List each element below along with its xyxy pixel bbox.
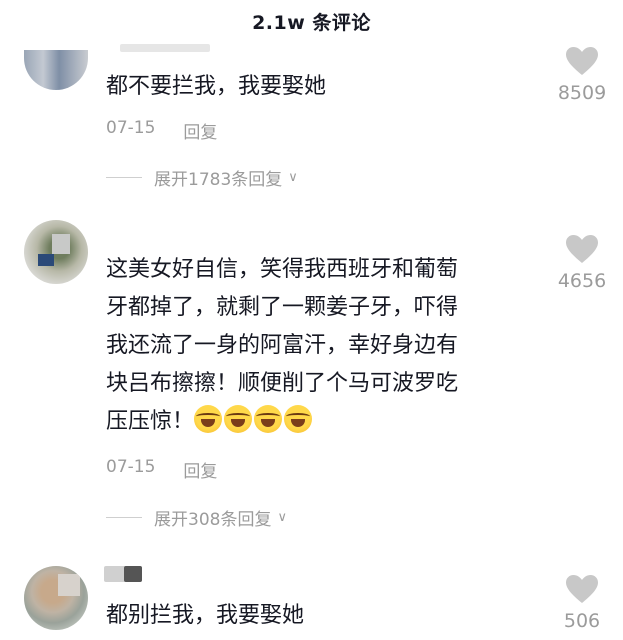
- avatar[interactable]: [24, 566, 88, 630]
- laugh-cry-emoji-icon: [224, 405, 253, 433]
- divider-line: [106, 177, 142, 178]
- expand-replies-label: 展开308条回复: [154, 510, 272, 530]
- like-button[interactable]: 8509: [556, 46, 608, 104]
- like-button[interactable]: 4656: [556, 234, 608, 292]
- comment-text: 都别拦我，我要娶她: [106, 603, 305, 628]
- divider-line: [106, 517, 142, 518]
- comments-header: 2.1w 条评论: [0, 0, 623, 42]
- comment-date: 07-15: [106, 118, 156, 138]
- comment-meta: 07-15 回复: [106, 457, 217, 482]
- laugh-cry-emoji-icon: [284, 405, 313, 433]
- comment-line-last: 压压惊！: [106, 403, 536, 441]
- avatar[interactable]: [24, 220, 88, 284]
- like-count: 506: [563, 610, 601, 632]
- laugh-cry-emoji-icon: [254, 405, 283, 433]
- chevron-down-icon: ∨: [277, 510, 287, 525]
- username-blurred: [120, 44, 210, 52]
- comment-text: 都不要拦我，我要娶她: [106, 74, 327, 99]
- expand-replies-label: 展开1783条回复: [154, 170, 283, 190]
- comment-date: 07-15: [106, 457, 156, 477]
- comment-line: 牙都掉了，就剩了一颗姜子牙，吓得: [106, 295, 459, 320]
- expand-replies-button[interactable]: 展开1783条回复 ∨: [106, 165, 298, 190]
- comment-line: 这美女好自信，笑得我西班牙和葡萄: [106, 257, 459, 282]
- comment-text: 这美女好自信，笑得我西班牙和葡萄 牙都掉了，就剩了一颗姜子牙，吓得 我还流了一身…: [106, 251, 536, 441]
- laugh-cry-emoji-row: [194, 405, 314, 434]
- comment-panel: 2.1w 条评论 都不要拦我，我要娶她 07-15 回复 展开1783条回复 ∨…: [0, 0, 623, 640]
- comment-line: 块吕布擦擦！顺便削了个马可波罗吃: [106, 371, 459, 396]
- heart-icon: [566, 235, 598, 263]
- reply-button[interactable]: 回复: [183, 118, 217, 143]
- expand-replies-button[interactable]: 展开308条回复 ∨: [106, 505, 287, 530]
- comment-meta: 07-15 回复: [106, 118, 217, 143]
- chevron-down-icon: ∨: [288, 170, 298, 185]
- like-count: 8509: [557, 82, 607, 104]
- avatar[interactable]: [24, 50, 88, 90]
- comment-line: 我还流了一身的阿富汗，幸好身边有: [106, 333, 459, 358]
- like-button[interactable]: 506: [556, 574, 608, 632]
- like-count: 4656: [557, 270, 607, 292]
- comment-line: 压压惊！: [106, 409, 195, 434]
- heart-icon: [566, 47, 598, 75]
- heart-icon: [566, 575, 598, 603]
- comment-count-title: 2.1w 条评论: [252, 11, 371, 34]
- reply-button[interactable]: 回复: [183, 457, 217, 482]
- username-blurred: [124, 566, 142, 582]
- laugh-cry-emoji-icon: [194, 405, 223, 433]
